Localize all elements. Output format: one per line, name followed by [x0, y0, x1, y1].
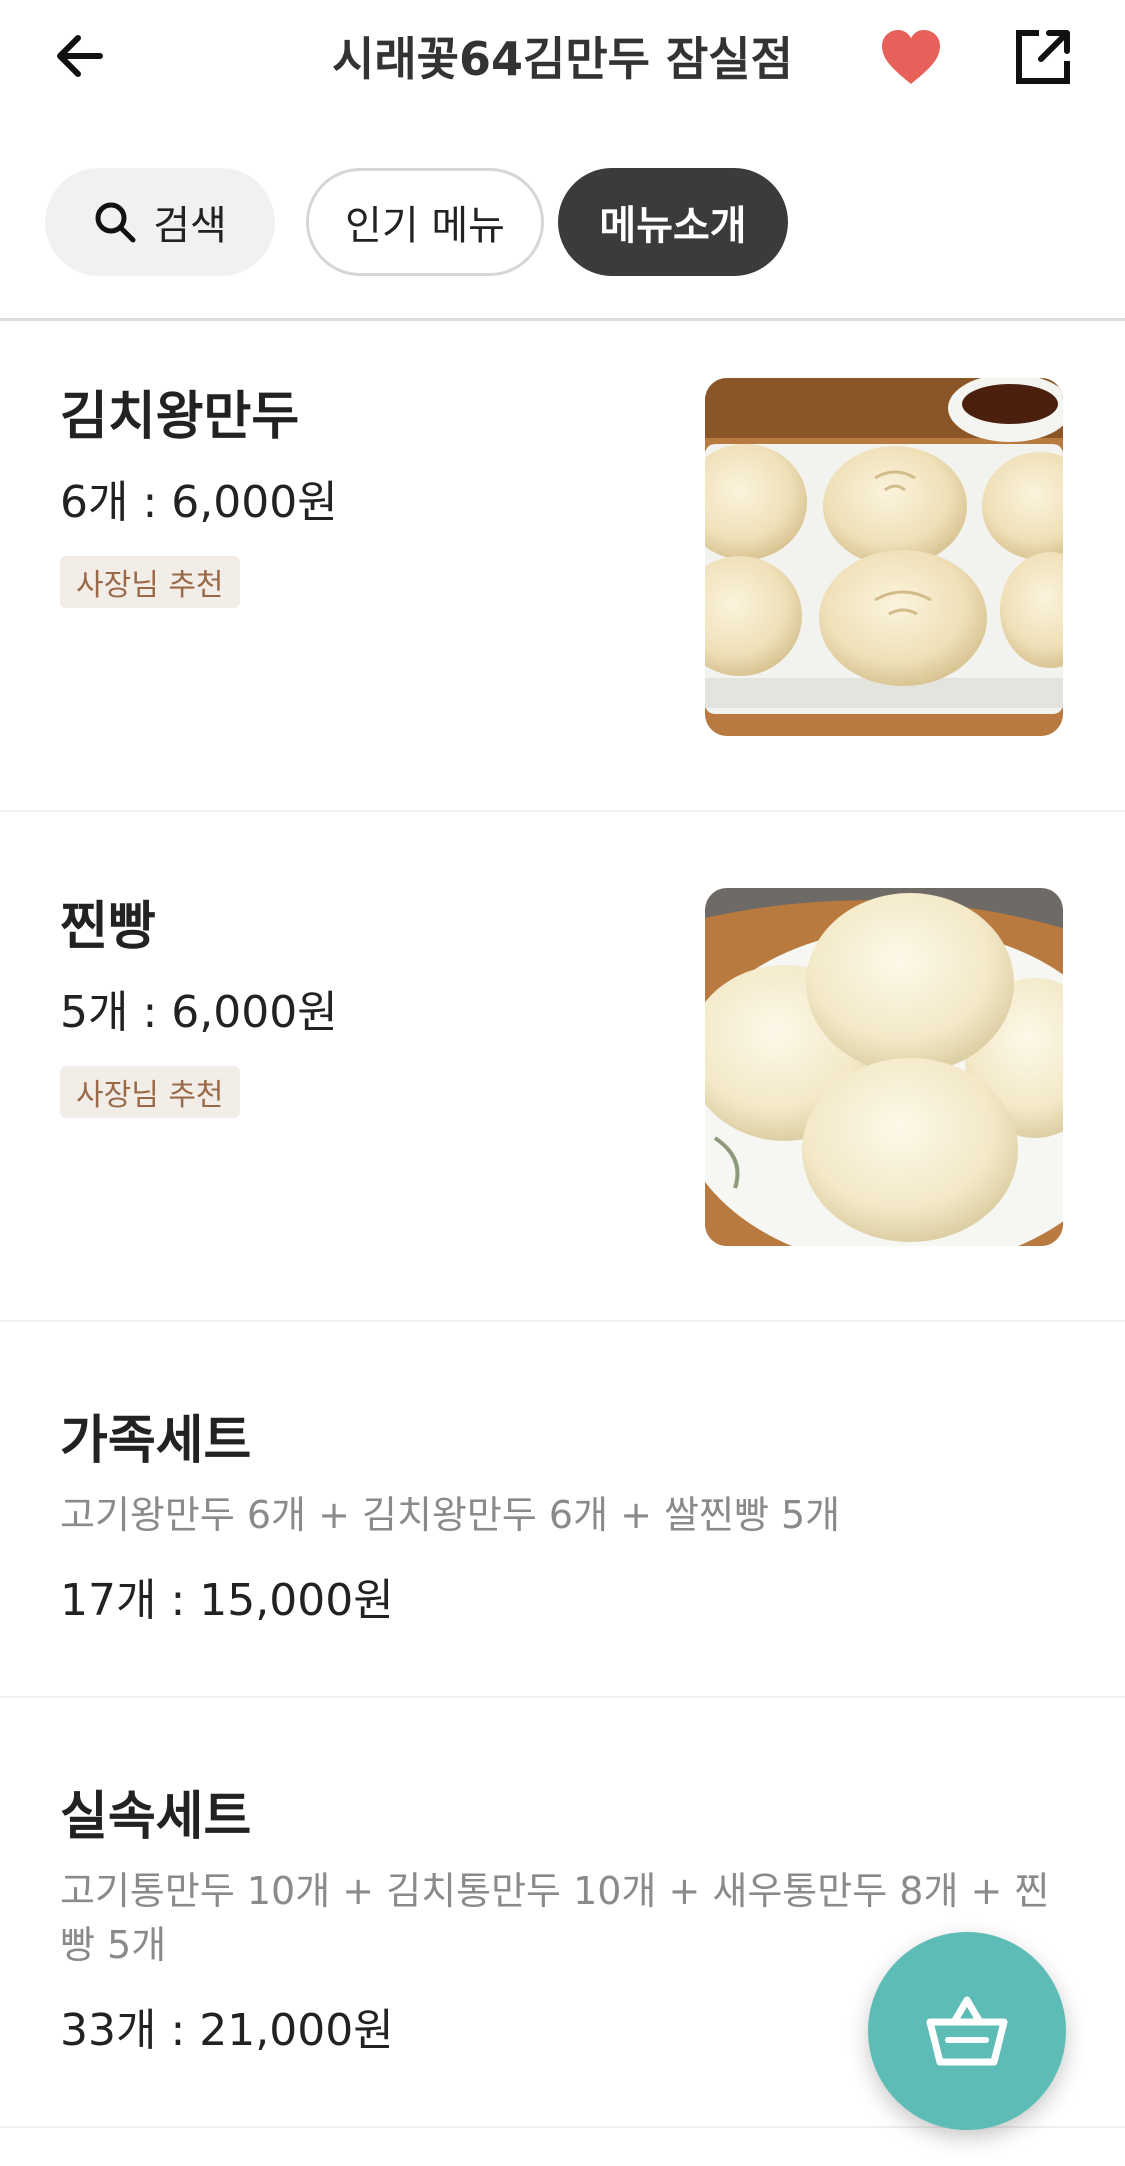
- menu-item-photo: [705, 378, 1063, 736]
- tab-menu-intro-label: 메뉴소개: [599, 203, 747, 249]
- arrow-left-icon: [57, 35, 103, 77]
- heart-icon: [882, 30, 940, 84]
- menu-item-name: 가족세트: [60, 1411, 252, 1471]
- menu-page: 시래꽃64김만두 잠실점 검색 인기 메뉴 메뉴소개 김치왕만두 6개 : 6,…: [0, 0, 1125, 2166]
- tab-popular-menu[interactable]: 인기 메뉴: [306, 168, 544, 276]
- menu-item-photo: [705, 888, 1063, 1246]
- share-button[interactable]: [1010, 24, 1076, 90]
- menu-item-description: 고기왕만두 6개 + 김치왕만두 6개 + 쌀찐빵 5개: [60, 1493, 841, 1537]
- share-icon: [1016, 30, 1070, 84]
- tab-menu-intro[interactable]: 메뉴소개: [558, 168, 788, 276]
- search-chip[interactable]: 검색: [45, 168, 275, 276]
- cart-button[interactable]: [868, 1932, 1066, 2130]
- search-label: 검색: [153, 203, 227, 249]
- menu-item[interactable]: 가족세트 고기왕만두 6개 + 김치왕만두 6개 + 쌀찐빵 5개 17개 : …: [0, 1322, 1125, 1694]
- shopping-basket-icon: [926, 1996, 1008, 2066]
- back-button[interactable]: [48, 24, 112, 88]
- menu-item-price: 17개 : 15,000원: [60, 1575, 394, 1626]
- owner-pick-badge: 사장님 추천: [60, 556, 240, 608]
- menu-item-price: 33개 : 21,000원: [60, 2005, 394, 2056]
- menu-item[interactable]: 찐빵 5개 : 6,000원 사장님 추천: [0, 812, 1125, 1320]
- header: 시래꽃64김만두 잠실점: [0, 0, 1125, 120]
- menu-item-name: 찐빵: [60, 897, 156, 957]
- tab-popular-label: 인기 메뉴: [345, 203, 505, 249]
- menu-item-price: 6개 : 6,000원: [60, 477, 338, 528]
- page-title: 시래꽃64김만두 잠실점: [332, 32, 793, 86]
- menu-item[interactable]: 김치왕만두 6개 : 6,000원 사장님 추천: [0, 322, 1125, 810]
- owner-pick-badge: 사장님 추천: [60, 1066, 240, 1118]
- favorite-button[interactable]: [878, 24, 944, 90]
- menu-item-name: 실속세트: [60, 1787, 252, 1847]
- section-divider: [0, 318, 1125, 321]
- search-icon: [95, 202, 136, 243]
- menu-item-name: 김치왕만두: [60, 387, 300, 447]
- menu-item-price: 5개 : 6,000원: [60, 987, 338, 1038]
